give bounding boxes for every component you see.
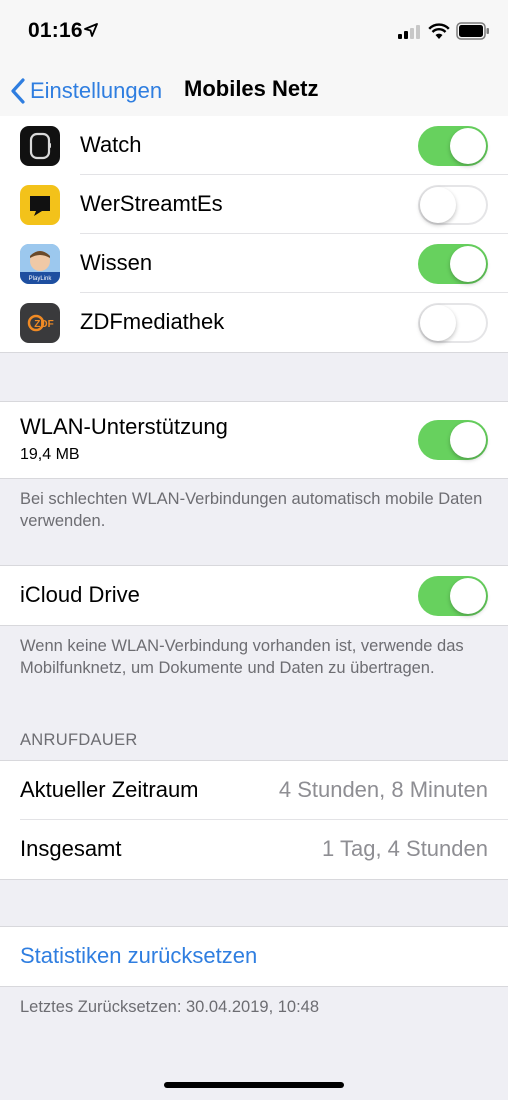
wlan-support-toggle[interactable] (418, 420, 488, 460)
call-duration-current-value: 4 Stunden, 8 Minuten (278, 777, 488, 802)
call-duration-total-value: 1 Tag, 4 Stunden (322, 836, 488, 861)
wissen-toggle[interactable] (418, 244, 488, 284)
toggle-knob (450, 578, 486, 614)
app-name: ZDFmediathek (80, 309, 225, 334)
list-item-zdfmediathek: ZDF ZDFmediathek (0, 293, 508, 352)
reset-statistics-row[interactable]: Statistiken zurücksetzen (0, 927, 508, 986)
call-duration-current-row: Aktueller Zeitraum 4 Stunden, 8 Minuten (0, 761, 508, 820)
wifi-icon (428, 23, 450, 39)
battery-icon (456, 22, 489, 40)
reset-group: Statistiken zurücksetzen (0, 926, 508, 987)
werstreamtes-app-icon (20, 185, 60, 225)
reset-footer: Letztes Zurücksetzen: 30.04.2019, 10:48 (20, 998, 320, 1016)
call-duration-total-row: Insgesamt 1 Tag, 4 Stunden (0, 820, 508, 879)
toggle-knob (450, 422, 486, 458)
wlan-support-group: WLAN-Unterstützung 19,4 MB (0, 401, 508, 479)
icloud-drive-footer: Wenn keine WLAN-Verbindung vorhanden ist… (20, 637, 464, 677)
icloud-drive-label: iCloud Drive (20, 582, 140, 607)
call-duration-total-label: Insgesamt (20, 836, 122, 861)
location-arrow-icon (84, 23, 98, 37)
toggle-knob (450, 246, 486, 282)
back-button-label: Einstellungen (30, 78, 163, 103)
status-bar: 01:16 (0, 0, 508, 62)
watch-toggle[interactable] (418, 126, 488, 166)
status-time: 01:16 (28, 19, 83, 42)
reset-statistics-button[interactable]: Statistiken zurücksetzen (20, 943, 257, 969)
list-item-watch: Watch (0, 116, 508, 175)
watch-app-icon (20, 126, 60, 166)
icloud-drive-toggle[interactable] (418, 576, 488, 616)
app-list: Watch WerStreamtEs PlayLink Wissen ZDF Z… (0, 116, 508, 353)
call-duration-current-label: Aktueller Zeitraum (20, 777, 199, 802)
app-name: WerStreamtEs (80, 191, 223, 216)
wissen-app-icon: PlayLink (20, 244, 60, 284)
app-name: Wissen (80, 250, 153, 275)
toggle-knob (420, 187, 456, 223)
chevron-left-icon (11, 78, 25, 104)
home-indicator[interactable] (164, 1082, 344, 1088)
back-button[interactable]: Einstellungen (10, 76, 162, 106)
zdf-app-icon: ZDF (20, 303, 60, 343)
wlan-support-label: WLAN-Unterstützung (20, 414, 228, 439)
wlan-support-footer: Bei schlechten WLAN-Verbindungen automat… (20, 490, 483, 530)
wlan-support-row: WLAN-Unterstützung 19,4 MB (0, 402, 508, 478)
zdf-icon-text: ZDF (34, 319, 53, 330)
list-item-werstreamtes: WerStreamtEs (0, 175, 508, 234)
werstreamtes-toggle[interactable] (418, 185, 488, 225)
wlan-support-size: 19,4 MB (20, 446, 80, 463)
app-name: Watch (80, 132, 142, 157)
list-item-wissen: PlayLink Wissen (0, 234, 508, 293)
cellular-signal-icon (398, 25, 420, 39)
toggle-knob (450, 128, 486, 164)
icloud-drive-group: iCloud Drive (0, 565, 508, 626)
page-title: Mobiles Netz (184, 76, 319, 101)
icloud-drive-row: iCloud Drive (0, 566, 508, 625)
zdfmediathek-toggle[interactable] (418, 303, 488, 343)
toggle-knob (420, 305, 456, 341)
call-duration-group: Aktueller Zeitraum 4 Stunden, 8 Minuten … (0, 760, 508, 880)
wissen-icon-text: PlayLink (29, 276, 53, 282)
call-duration-header: ANRUFDAUER (20, 731, 138, 749)
